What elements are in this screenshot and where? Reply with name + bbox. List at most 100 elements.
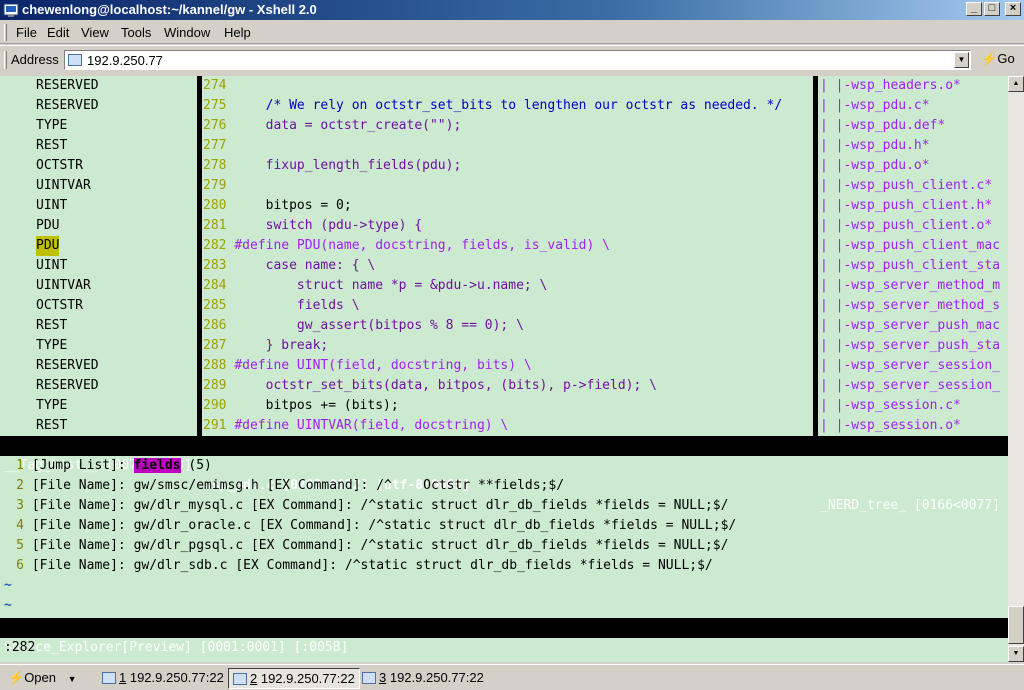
jumplist-entry[interactable]: 5 [File Name]: gw/dlr_pgsql.c [EX Comman… [4,536,728,556]
code-line-text: switch (pdu->type) { [234,218,423,233]
tree-node[interactable]: | |-wsp_push_client_sta [820,256,1000,276]
scroll-up-arrow-icon[interactable]: ▲ [1008,76,1024,92]
chevron-down-icon[interactable]: ▼ [954,52,969,68]
tag-list-item[interactable]: TYPE [36,396,67,416]
tree-node[interactable]: | |-wsp_pdu.def* [820,116,945,136]
tag-list-item[interactable]: OCTSTR [36,156,83,176]
tree-node[interactable]: | |-wsp_push_client.h* [820,196,992,216]
code-line[interactable]: 287 } break; [203,336,328,356]
tree-node-label: -wsp_session.o* [843,418,961,433]
xshell-app-icon[interactable] [3,2,19,18]
tree-node-label: -wsp_server_push_sta [843,338,1001,353]
code-line[interactable]: 284 struct name *p = &pdu->u.name; \ [203,276,547,296]
session-tab-1[interactable]: 1 192.9.250.77:22 [98,668,224,689]
code-line-text: } break; [234,338,329,353]
tree-node-label: -wsp_server_method_m [843,278,1001,293]
code-line[interactable]: 276 data = octstr_create(""); [203,116,461,136]
tree-branch-icon: | | [820,278,844,293]
nerdtree-status: _NERD_tree_ [0166<0077] [820,498,1001,513]
code-line[interactable]: 281 switch (pdu->type) { [203,216,422,236]
code-line[interactable]: 275 /* We rely on octstr_set_bits to len… [203,96,782,116]
scroll-thumb[interactable] [1008,606,1024,644]
code-line-text: bitpos = 0; [234,198,352,213]
tag-list-item[interactable]: RESERVED [36,356,99,376]
code-line[interactable]: 291 #define UINTVAR(field, docstring) \ [203,416,508,436]
tree-node[interactable]: | |-wsp_server_session_ [820,356,1000,376]
go-button[interactable]: ⚡Go [976,50,1020,70]
tag-list-item[interactable]: TYPE [36,336,67,356]
scroll-down-arrow-icon[interactable]: ▼ [1008,646,1024,662]
tag-list-item[interactable]: PDU [36,216,59,236]
jumplist-entry[interactable]: 4 [File Name]: gw/dlr_oracle.c [EX Comma… [4,516,736,536]
code-line[interactable]: 285 fields \ [203,296,360,316]
session-tab-2[interactable]: 2 192.9.250.77:22 [228,668,360,689]
minimize-button[interactable]: _ [966,2,982,16]
address-input[interactable]: 192.9.250.77 ▼ [64,50,971,70]
tree-node[interactable]: | |-wsp_server_session_ [820,376,1000,396]
tree-node[interactable]: | |-wsp_push_client_mac [820,236,1000,256]
tag-list-item[interactable]: TYPE [36,116,67,136]
tree-node[interactable]: | |-wsp_pdu.c* [820,96,930,116]
vim-statusline: __Tag_List__ [0073<0050] wsp_pdu.c [0282… [0,436,1008,513]
code-line-number: 282 [203,238,227,253]
tag-list-item[interactable]: UINT [36,256,67,276]
tag-list-item[interactable]: REST [36,416,67,436]
menu-tools[interactable]: Tools [121,25,151,40]
session-tab-3[interactable]: 3 192.9.250.77:22 [358,668,484,689]
code-line[interactable]: 278 fixup_length_fields(pdu); [203,156,461,176]
code-line-number: 274 [203,78,227,93]
address-value[interactable]: 192.9.250.77 [87,53,163,68]
tree-node[interactable]: | |-wsp_pdu.h* [820,136,930,156]
tree-node[interactable]: | |-wsp_headers.o* [820,76,961,96]
tag-list-item-selected[interactable]: PDU [36,236,60,256]
tree-node[interactable]: | |-wsp_pdu.o* [820,156,930,176]
chevron-down-icon[interactable]: ▼ [68,674,77,684]
tag-list-item[interactable]: RESERVED [36,76,99,96]
menu-help[interactable]: Help [224,25,251,40]
tree-branch-icon: | | [820,158,844,173]
jumplist-entry[interactable]: 2 [File Name]: gw/smsc/emimsg.h [EX Comm… [4,476,564,496]
tag-list-item[interactable]: RESERVED [36,376,99,396]
code-line[interactable]: 288 #define UINT(field, docstring, bits)… [203,356,532,376]
vertical-scrollbar[interactable]: ▲ ▼ [1008,76,1024,662]
code-line[interactable]: 290 bitpos += (bits); [203,396,399,416]
jumplist-entry[interactable]: 6 [File Name]: gw/dlr_sdb.c [EX Command]… [4,556,713,576]
tree-node[interactable]: | |-wsp_push_client.o* [820,216,992,236]
tree-node[interactable]: | |-wsp_push_client.c* [820,176,992,196]
tree-node[interactable]: | |-wsp_session.c* [820,396,961,416]
menu-view[interactable]: View [81,25,109,40]
code-line[interactable]: 286 gw_assert(bitpos % 8 == 0); \ [203,316,524,336]
tree-node[interactable]: | |-wsp_server_push_mac [820,316,1000,336]
tag-list-item[interactable]: UINTVAR [36,276,91,296]
code-line[interactable]: 277 [203,136,234,156]
close-button[interactable]: × [1005,2,1021,16]
code-line[interactable]: 289 octstr_set_bits(data, bitpos, (bits)… [203,376,657,396]
tree-branch-icon: | | [820,138,844,153]
tag-list-item[interactable]: OCTSTR [36,296,83,316]
tag-list-item[interactable]: REST [36,316,67,336]
code-line[interactable]: 283 case name: { \ [203,256,375,276]
tag-list-item[interactable]: REST [36,136,67,156]
tag-list-item[interactable]: UINTVAR [36,176,91,196]
maximize-button[interactable]: □ [984,2,1000,16]
code-line[interactable]: 280 bitpos = 0; [203,196,352,216]
tree-node[interactable]: | |-wsp_session.o* [820,416,961,436]
tree-node[interactable]: | |-wsp_server_method_s [820,296,1000,316]
menu-edit[interactable]: Edit [47,25,69,40]
open-button[interactable]: ⚡Open ▼ [8,668,88,689]
tree-node[interactable]: | |-wsp_server_push_sta [820,336,1000,356]
tree-node[interactable]: | |-wsp_server_method_m [820,276,1000,296]
tree-node-label: -wsp_headers.o* [843,78,961,93]
menu-file[interactable]: File [16,25,37,40]
code-line[interactable]: 282 #define PDU(name, docstring, fields,… [203,236,610,256]
jumplist-entry[interactable]: 3 [File Name]: gw/dlr_mysql.c [EX Comman… [4,496,728,516]
menu-window[interactable]: Window [164,25,210,40]
terminal-area[interactable]: RESERVED RESERVED TYPE REST OCTSTR UINTV… [0,76,1008,662]
pane-separator-right [813,76,818,436]
tag-list-item[interactable]: UINT [36,196,67,216]
code-line[interactable]: 274 [203,76,234,96]
command-line[interactable]: :282 [4,638,35,658]
code-line[interactable]: 279 [203,176,234,196]
tag-list-item[interactable]: RESERVED [36,96,99,116]
lightning-icon: ⚡ [981,51,998,66]
